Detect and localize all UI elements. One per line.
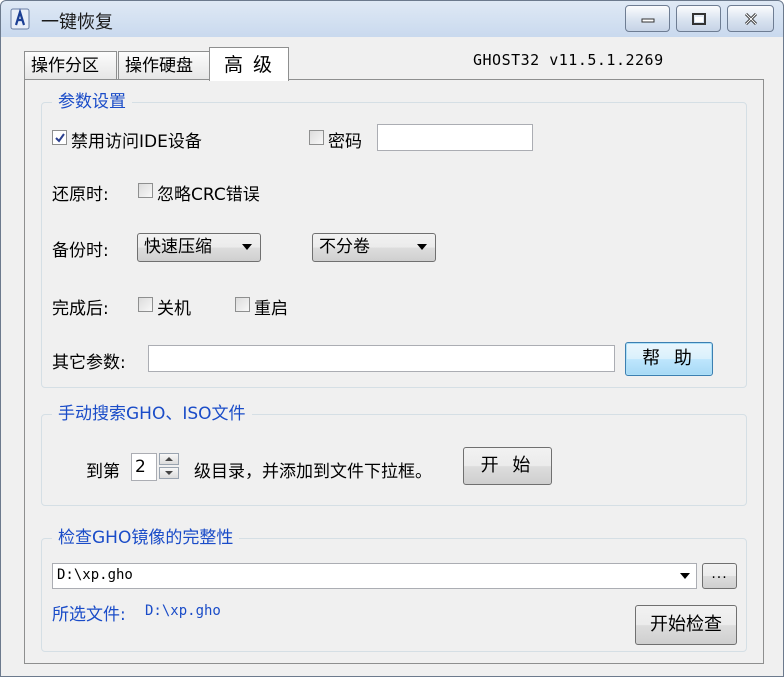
tab-advanced[interactable]: 高 级 [209, 47, 289, 81]
split-value: 不分卷 [319, 237, 370, 257]
backup-label: 备份时: [52, 241, 109, 261]
maximize-icon [691, 12, 706, 25]
gho-file-select[interactable]: D:\xp.gho [52, 563, 697, 589]
stepper-down-button[interactable] [159, 467, 179, 479]
params-group: 参数设置 禁用访问IDE设备 密码 还原时: 忽略CRC错误 备份时: 快速压缩… [41, 91, 747, 388]
chevron-down-icon [242, 244, 252, 250]
window-title: 一键恢复 [41, 12, 113, 33]
start-search-button[interactable]: 开 始 [463, 447, 552, 485]
start-check-button[interactable]: 开始检查 [635, 605, 737, 645]
chevron-down-icon [417, 244, 427, 250]
shutdown-label[interactable]: 关机 [157, 294, 191, 319]
check-group: 检查GHO镜像的完整性 D:\xp.gho ... 所选文件: D:\xp.gh… [41, 527, 747, 652]
reboot-label[interactable]: 重启 [254, 294, 288, 319]
main-window: 一键恢复 操作分区 操作硬盘 高 级 GHOST32 v11.5.1.2269 … [0, 0, 784, 677]
selected-file-value: D:\xp.gho [145, 603, 221, 619]
after-label: 完成后: [52, 299, 109, 319]
minimize-icon [641, 18, 654, 22]
help-button[interactable]: 帮 助 [625, 342, 713, 376]
split-select[interactable]: 不分卷 [312, 233, 436, 262]
search-group: 手动搜索GHO、ISO文件 到第 2 级目录，并添加到文件下拉框。 开 始 [41, 403, 747, 506]
compression-value: 快速压缩 [144, 237, 212, 257]
restore-label: 还原时: [52, 185, 109, 205]
params-legend: 参数设置 [52, 91, 132, 113]
close-icon [744, 12, 757, 25]
arrow-up-icon [165, 457, 173, 461]
shutdown-checkbox[interactable] [138, 297, 153, 312]
ghost-app-icon [10, 8, 30, 30]
password-label[interactable]: 密码 [328, 127, 362, 152]
arrow-down-icon [165, 471, 173, 475]
level-input[interactable]: 2 [131, 453, 157, 481]
other-params-label: 其它参数: [52, 353, 126, 373]
disable-ide-label[interactable]: 禁用访问IDE设备 [71, 127, 202, 152]
password-checkbox[interactable] [309, 130, 324, 145]
check-legend: 检查GHO镜像的完整性 [52, 527, 240, 549]
close-button[interactable] [727, 5, 774, 32]
chevron-down-icon [680, 573, 690, 579]
search-prefix: 到第 [86, 462, 120, 482]
browse-button[interactable]: ... [702, 563, 737, 589]
ignore-crc-checkbox[interactable] [138, 183, 153, 198]
password-input[interactable] [377, 124, 533, 151]
advanced-panel: 参数设置 禁用访问IDE设备 密码 还原时: 忽略CRC错误 备份时: 快速压缩… [24, 79, 764, 664]
search-suffix: 级目录，并添加到文件下拉框。 [194, 462, 432, 482]
title-bar[interactable]: 一键恢复 [1, 1, 783, 37]
disable-ide-checkbox[interactable] [52, 130, 67, 145]
gho-file-value: D:\xp.gho [57, 567, 133, 583]
checkmark-icon [55, 133, 65, 143]
ignore-crc-label[interactable]: 忽略CRC错误 [157, 180, 260, 205]
reboot-checkbox[interactable] [235, 297, 250, 312]
minimize-button[interactable] [625, 5, 670, 32]
selected-file-label: 所选文件: [52, 605, 126, 625]
stepper-up-button[interactable] [159, 453, 179, 465]
tab-disk[interactable]: 操作硬盘 [118, 51, 210, 79]
maximize-button[interactable] [676, 5, 721, 32]
compression-select[interactable]: 快速压缩 [137, 233, 261, 262]
version-label: GHOST32 v11.5.1.2269 [473, 51, 664, 69]
search-legend: 手动搜索GHO、ISO文件 [52, 403, 252, 425]
level-stepper[interactable] [159, 453, 179, 481]
other-params-input[interactable] [148, 345, 615, 372]
tab-partition[interactable]: 操作分区 [24, 51, 117, 79]
